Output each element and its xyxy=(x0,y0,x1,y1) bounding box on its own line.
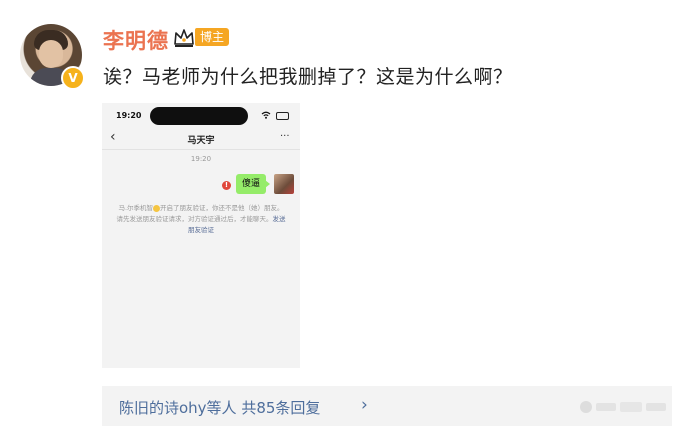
system-message: 马.尔季机智 开启了朋友验证，你还不是他（她）朋友。请先发送朋友验证请求，对方验证… xyxy=(116,203,286,236)
crown-icon xyxy=(174,29,194,47)
username[interactable]: 李明德 xyxy=(103,25,169,55)
emoji-icon xyxy=(153,204,161,212)
system-message-name: 马.尔季机智 xyxy=(118,204,154,212)
bubble-tail xyxy=(265,180,270,188)
post-text: 诶？马老师为什么把我删掉了？这是为什么啊？ xyxy=(103,66,513,88)
chat-timestamp: 19:20 xyxy=(190,155,212,163)
wifi-icon xyxy=(261,111,271,119)
verified-badge-icon: V xyxy=(61,66,85,90)
status-time: 19:20 xyxy=(116,111,142,120)
chevron-right-icon[interactable]: › xyxy=(361,395,368,415)
more-icon: ··· xyxy=(280,131,290,142)
message-bubble: 傻逼 xyxy=(236,174,266,194)
phone-status-bar: 19:20 xyxy=(102,103,300,125)
warning-icon: ! xyxy=(222,181,231,190)
battery-icon xyxy=(276,112,289,120)
replies-summary[interactable]: 陈旧的诗ohy等人 共85条回复 xyxy=(119,397,320,418)
phone-notch xyxy=(150,107,248,125)
avatar-face xyxy=(39,40,63,68)
chat-title: 马天宇 xyxy=(187,136,215,146)
post-image[interactable]: 19:20 ‹ 马天宇 ··· 19:20 ! 傻逼 马.尔季机智 开启了朋友验证… xyxy=(102,103,300,368)
watermark-graphic xyxy=(580,401,666,413)
header-divider xyxy=(102,149,300,150)
blogger-tag: 博主 xyxy=(195,28,230,46)
sender-avatar xyxy=(274,174,294,194)
